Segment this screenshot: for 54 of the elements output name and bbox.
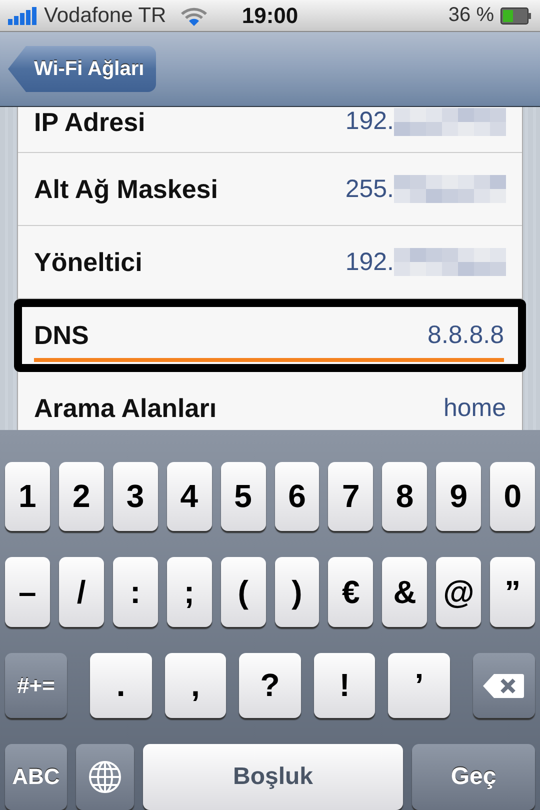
- back-button[interactable]: Wi-Fi Ağları: [8, 46, 156, 92]
- keyboard-key[interactable]: ;: [166, 557, 212, 627]
- keyboard-key[interactable]: /: [58, 557, 104, 627]
- keyboard-key[interactable]: !: [314, 652, 376, 718]
- keyboard-key[interactable]: 4: [166, 462, 212, 532]
- keyboard-key[interactable]: 2: [58, 462, 104, 532]
- keyboard-key[interactable]: 7: [328, 462, 374, 532]
- settings-row[interactable]: Alt Ağ Maskesi 255.: [18, 153, 522, 226]
- editing-row[interactable]: DNS 8.8.8.8: [14, 299, 526, 372]
- keyboard-key[interactable]: 6: [274, 462, 320, 532]
- space-key[interactable]: Boşluk: [143, 744, 403, 810]
- row-label: IP Adresi: [34, 107, 146, 138]
- row-value: home: [443, 394, 506, 422]
- globe-icon: [88, 760, 122, 794]
- keyboard-key[interactable]: &: [382, 557, 428, 627]
- battery-icon: [500, 6, 532, 24]
- keyboard-key[interactable]: .: [90, 652, 152, 718]
- keyboard-key[interactable]: @: [436, 557, 482, 627]
- row-label: Yöneltici: [34, 246, 142, 278]
- keyboard-key[interactable]: 5: [220, 462, 266, 532]
- settings-row[interactable]: IP Adresi 192.: [18, 107, 522, 153]
- keyboard-key[interactable]: €: [328, 557, 374, 627]
- row-value: 8.8.8.8: [428, 321, 504, 350]
- keyboard-key[interactable]: ?: [239, 652, 301, 718]
- row-value: 192.: [345, 107, 394, 136]
- battery-percentage: 36 %: [448, 4, 494, 27]
- go-key[interactable]: Geç: [412, 744, 535, 810]
- wifi-icon: [180, 6, 208, 26]
- keyboard-key[interactable]: 1: [5, 462, 50, 532]
- keyboard-key[interactable]: ,: [164, 652, 226, 718]
- keyboard-key[interactable]: (: [220, 557, 266, 627]
- backspace-icon: [482, 672, 526, 700]
- row-label: DNS: [34, 320, 89, 351]
- keyboard-key[interactable]: 3: [112, 462, 158, 532]
- signal-icon: [8, 6, 38, 24]
- row-value: 255.: [345, 174, 394, 204]
- keyboard-key[interactable]: 9: [436, 462, 482, 532]
- keyboard-key[interactable]: ’: [388, 652, 450, 718]
- keyboard-key[interactable]: :: [112, 557, 158, 627]
- globe-key[interactable]: [76, 744, 134, 810]
- keyboard-key[interactable]: ): [274, 557, 320, 627]
- clock-time: 19:00: [242, 2, 298, 28]
- keyboard-key[interactable]: –: [5, 557, 50, 627]
- carrier-name: Vodafone TR: [44, 4, 166, 28]
- row-value: 192.: [345, 248, 394, 276]
- row-label: Alt Ağ Maskesi: [34, 174, 218, 204]
- keyboard-key[interactable]: 0: [490, 462, 536, 532]
- row-label: Arama Alanları: [34, 392, 217, 424]
- keyboard-key[interactable]: 8: [382, 462, 428, 532]
- delete-key[interactable]: [472, 652, 535, 718]
- keyboard-key[interactable]: ”: [490, 557, 536, 627]
- settings-row[interactable]: Yöneltici 192.: [18, 226, 522, 299]
- keyboard-key[interactable]: ABC: [5, 744, 67, 810]
- keyboard-key[interactable]: #+=: [5, 652, 67, 718]
